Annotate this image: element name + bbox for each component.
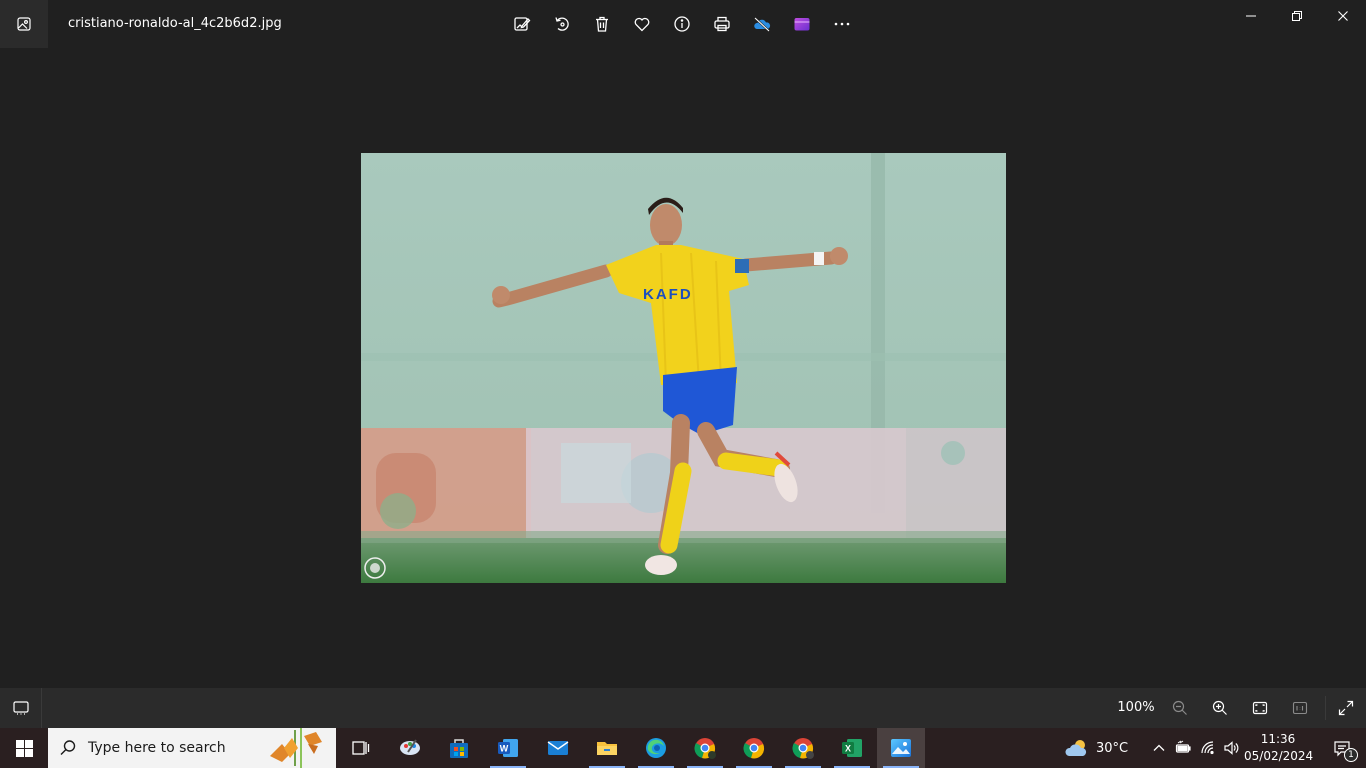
delete-button[interactable] [582, 4, 622, 44]
file-explorer-button[interactable] [583, 728, 631, 768]
chrome-icon [694, 738, 716, 759]
fullscreen-button[interactable] [1326, 688, 1366, 728]
paint-icon [400, 739, 420, 755]
minimize-button[interactable] [1228, 0, 1274, 32]
excel-icon: X [842, 739, 862, 757]
system-clock[interactable]: 11:36 05/02/2024 [1244, 731, 1314, 765]
onedrive-icon [754, 17, 771, 32]
butterfly-search-highlight-icon [270, 728, 322, 768]
wifi-icon [1201, 741, 1214, 755]
search-placeholder: Type here to search [88, 740, 226, 756]
volume-icon [1224, 741, 1239, 755]
print-button[interactable] [702, 4, 742, 44]
image-viewer[interactable]: KAFD [0, 48, 1366, 688]
network-status[interactable] [1196, 728, 1220, 768]
edit-image-icon [514, 17, 531, 31]
minimize-icon [1246, 15, 1256, 17]
svg-text:W: W [500, 744, 509, 754]
rotate-icon [555, 17, 569, 31]
excel-button[interactable]: X [828, 728, 876, 768]
search-icon [60, 740, 76, 755]
ellipsis-icon [834, 22, 850, 26]
store-icon [450, 739, 468, 758]
chrome-profile-2-button[interactable] [779, 728, 827, 768]
zoom-in-icon [1212, 700, 1227, 715]
task-view-button[interactable] [336, 728, 384, 768]
battery-status[interactable] [1171, 728, 1195, 768]
task-view-icon [352, 741, 370, 755]
clipchamp-icon [794, 18, 810, 31]
mail-icon [547, 741, 569, 755]
actual-size-icon [1292, 701, 1308, 715]
fit-window-button[interactable] [1240, 688, 1280, 728]
microsoft-store-button[interactable] [435, 728, 483, 768]
filmstrip-icon [12, 701, 29, 715]
photos-icon [891, 739, 911, 757]
file-name: cristiano-ronaldo-al_4c2b6d2.jpg [68, 16, 282, 31]
taskbar-search-box[interactable]: Type here to search [48, 728, 336, 768]
trash-icon [596, 16, 608, 32]
favorite-button[interactable] [622, 4, 662, 44]
volume-control[interactable] [1219, 728, 1243, 768]
windows-taskbar: Type here to search W X 30°C 11:36 05/02… [0, 728, 1366, 768]
weather-widget[interactable]: 30°C [1064, 728, 1128, 768]
partly-cloudy-icon [1065, 740, 1087, 756]
title-bar: cristiano-ronaldo-al_4c2b6d2.jpg [0, 0, 1366, 48]
zoom-out-button[interactable] [1160, 688, 1200, 728]
mail-button[interactable] [534, 728, 582, 768]
svg-text:KAFD: KAFD [643, 286, 693, 303]
restore-icon [1292, 11, 1302, 21]
chrome-button[interactable] [730, 728, 778, 768]
folder-icon [597, 742, 617, 755]
actual-size-button[interactable] [1280, 688, 1320, 728]
word-button[interactable]: W [484, 728, 532, 768]
more-button[interactable] [822, 4, 862, 44]
notification-center-button[interactable]: 1 [1318, 728, 1366, 768]
info-icon [674, 16, 690, 32]
clock-date: 05/02/2024 [1244, 749, 1314, 763]
windows-logo-icon [15, 739, 33, 757]
photo-content: KAFD [361, 153, 1006, 583]
close-icon [1338, 11, 1348, 21]
heart-icon [634, 17, 650, 32]
edge-button[interactable] [632, 728, 680, 768]
svg-text:X: X [845, 744, 851, 754]
info-button[interactable] [662, 4, 702, 44]
edge-icon [646, 738, 666, 758]
notification-count-badge: 1 [1344, 748, 1358, 762]
photos-app-icon[interactable] [0, 0, 48, 48]
viewer-bottom-bar: 100% [0, 688, 1366, 728]
weather-temperature: 30°C [1096, 740, 1129, 756]
video-editor-button[interactable] [782, 4, 822, 44]
chevron-up-icon [1153, 744, 1165, 751]
photos-button[interactable] [877, 728, 925, 768]
word-icon: W [498, 739, 518, 757]
window-controls [1228, 0, 1366, 32]
paint-button[interactable] [386, 728, 434, 768]
chrome-icon [743, 738, 765, 759]
close-button[interactable] [1320, 0, 1366, 32]
displayed-photo[interactable]: KAFD [361, 153, 1006, 583]
chrome-icon [792, 738, 814, 759]
printer-icon [714, 16, 730, 32]
battery-icon [1175, 740, 1191, 753]
zoom-in-button[interactable] [1200, 688, 1240, 728]
fullscreen-icon [1338, 700, 1354, 716]
fit-window-icon [1252, 701, 1268, 715]
edit-image-button[interactable] [502, 4, 542, 44]
rotate-button[interactable] [542, 4, 582, 44]
restore-button[interactable] [1274, 0, 1320, 32]
filmstrip-button[interactable] [0, 688, 42, 728]
zoom-out-icon [1172, 700, 1187, 715]
onedrive-button[interactable] [742, 4, 782, 44]
show-hidden-icons-button[interactable] [1147, 728, 1171, 768]
image-toolbar [502, 4, 862, 44]
start-button[interactable] [0, 728, 48, 768]
chrome-profile-1-button[interactable] [681, 728, 729, 768]
clock-time: 11:36 [1260, 732, 1296, 746]
zoom-level[interactable]: 100% [1112, 700, 1160, 715]
photos-app-window: cristiano-ronaldo-al_4c2b6d2.jpg KAFD 10… [0, 0, 1366, 768]
